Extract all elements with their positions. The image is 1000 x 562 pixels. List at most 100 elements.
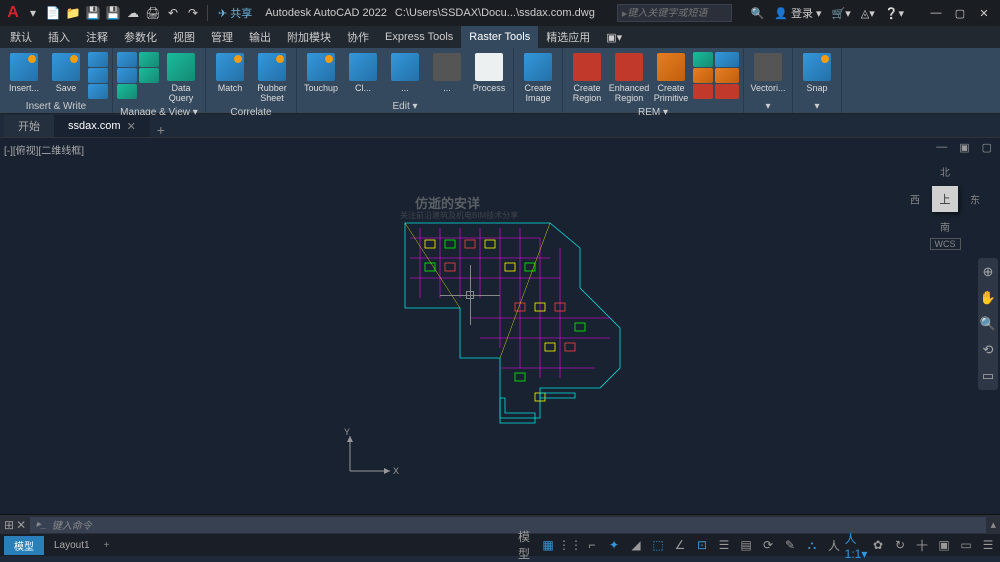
ribbon-group-label[interactable]: Edit ▾	[301, 100, 509, 113]
qat-undo-icon[interactable]: ↶	[164, 4, 182, 22]
compass-south[interactable]: 南	[940, 219, 950, 234]
menu-tab-7[interactable]: 附加模块	[279, 26, 339, 48]
sb-lweight-icon[interactable]: ☰	[716, 537, 732, 553]
menu-tab-1[interactable]: 插入	[40, 26, 78, 48]
ribbon-button[interactable]: Create Region	[567, 50, 607, 106]
ribbon-button[interactable]: Save	[46, 50, 86, 96]
sb-qp-icon[interactable]: ▣	[936, 537, 952, 553]
qat-open-icon[interactable]: 📁	[64, 4, 82, 22]
ribbon-small-btn[interactable]	[139, 52, 159, 67]
viewcube-face[interactable]: 上	[932, 186, 958, 212]
ribbon-button[interactable]: Data Query	[161, 50, 201, 106]
cart-icon[interactable]: 🛒▾	[832, 7, 851, 20]
qat-menu-icon[interactable]: ▾	[24, 4, 42, 22]
tab-add-button[interactable]: +	[154, 123, 168, 137]
ribbon-group-label[interactable]	[518, 111, 558, 113]
qat-plot-icon[interactable]: 🖨	[144, 4, 162, 22]
sb-scale-icon[interactable]: ⛬	[804, 537, 820, 553]
maximize-button[interactable]: ▢	[948, 3, 972, 23]
help-icon[interactable]: ❔▾	[885, 7, 904, 20]
menu-tab-0[interactable]: 默认	[2, 26, 40, 48]
compass-east[interactable]: 东	[970, 192, 980, 207]
qat-new-icon[interactable]: 📄	[44, 4, 62, 22]
sb-units-icon[interactable]: 十	[914, 537, 930, 553]
showmotion-icon[interactable]: ▭	[982, 368, 994, 384]
compass-north[interactable]: 北	[940, 164, 950, 179]
minimize-button[interactable]: —	[924, 3, 948, 23]
ribbon-group-label[interactable]: ▾	[748, 100, 788, 113]
menu-tab-3[interactable]: 参数化	[116, 26, 165, 48]
ribbon-button[interactable]: Enhanced Region	[609, 50, 649, 106]
menu-tab-10[interactable]: Raster Tools	[461, 26, 538, 48]
ribbon-button[interactable]: Match	[210, 50, 250, 96]
autodesk-icon[interactable]: ◬▾	[861, 7, 875, 20]
sb-refresh-icon[interactable]: ↻	[892, 537, 908, 553]
layout-add-icon[interactable]: +	[104, 540, 110, 551]
ribbon-group-label[interactable]: Correlate	[210, 106, 292, 119]
ribbon-button[interactable]: Create Image	[518, 50, 558, 106]
cmd-history-icon[interactable]: ▴	[990, 518, 996, 531]
sb-3dosnap-icon[interactable]: ∠	[672, 537, 688, 553]
menu-tab-2[interactable]: 注释	[78, 26, 116, 48]
ribbon-button[interactable]: Snap	[797, 50, 837, 96]
steering-wheel-icon[interactable]: ⊕	[983, 264, 994, 280]
ribbon-small-btn[interactable]	[139, 68, 159, 83]
sb-iso-icon[interactable]: ◢	[628, 537, 644, 553]
ribbon-button[interactable]: Rubber Sheet	[252, 50, 292, 106]
ribbon-small-btn[interactable]	[117, 68, 137, 83]
viewport-label[interactable]: [-][俯视][二维线框]	[4, 142, 84, 157]
menu-tab-4[interactable]: 视图	[165, 26, 203, 48]
search-field[interactable]	[627, 8, 726, 19]
ribbon-small-btn[interactable]	[117, 84, 137, 99]
ribbon-group-label[interactable]: REM ▾	[567, 106, 739, 119]
ribbon-small-btn[interactable]	[715, 68, 739, 83]
ribbon-small-btn[interactable]	[715, 84, 739, 99]
pan-icon[interactable]: ✋	[980, 290, 996, 306]
viewcube[interactable]: 北 南 东 西 上 WCS	[905, 164, 985, 250]
navigation-bar[interactable]: ⊕ ✋ 🔍 ⟲ ▭	[978, 258, 998, 390]
cmd-options-icon[interactable]: ⊞	[4, 518, 14, 532]
layout-tab[interactable]: Layout1	[44, 538, 100, 553]
sb-custom-icon[interactable]: ☰	[980, 537, 996, 553]
qat-web-icon[interactable]: ☁	[124, 4, 142, 22]
cmd-close-icon[interactable]: ✕	[16, 518, 26, 532]
zoom-icon[interactable]: 🔍	[980, 316, 996, 332]
sb-annot-icon[interactable]: ✎	[782, 537, 798, 553]
qat-save-icon[interactable]: 💾	[84, 4, 102, 22]
sb-model-icon[interactable]: 模型	[518, 537, 534, 553]
sb-gear-icon[interactable]: ✿	[870, 537, 886, 553]
vp-restore-icon[interactable]: ▣	[959, 141, 969, 154]
sb-annomonitor-icon[interactable]: 人	[826, 537, 842, 553]
ribbon-button[interactable]: ...	[427, 50, 467, 96]
ribbon-button[interactable]: Process	[469, 50, 509, 96]
sb-cycle-icon[interactable]: ⟳	[760, 537, 776, 553]
ribbon-group-label[interactable]: ▾	[797, 100, 837, 113]
sb-osnap-icon[interactable]: ⬚	[650, 537, 666, 553]
share-button[interactable]: ✈ 共享	[213, 5, 257, 21]
ribbon-button[interactable]: Vectori...	[748, 50, 788, 96]
ribbon-small-btn[interactable]	[693, 68, 713, 83]
ribbon-small-btn[interactable]	[88, 52, 108, 67]
ribbon-small-btn[interactable]	[715, 52, 739, 67]
document-tab[interactable]: 开始	[4, 115, 54, 137]
model-tab[interactable]: 模型	[4, 536, 44, 555]
vp-max-icon[interactable]: ▢	[982, 141, 992, 154]
tab-close-icon[interactable]: ✕	[127, 120, 136, 133]
drawing-viewport[interactable]: [-][俯视][二维线框] — ▣ ▢ 北 南 东 西 上 WCS ⊕ ✋ 🔍 …	[0, 138, 1000, 514]
vp-minimize-icon[interactable]: —	[936, 141, 947, 154]
ribbon-small-btn[interactable]	[117, 52, 137, 67]
ribbon-small-btn[interactable]	[88, 68, 108, 83]
search-input[interactable]: ▸	[617, 4, 732, 22]
ribbon-small-btn[interactable]	[693, 84, 713, 99]
ribbon-button[interactable]: Cl...	[343, 50, 383, 96]
wcs-label[interactable]: WCS	[930, 238, 961, 250]
menu-tab-8[interactable]: 协作	[339, 26, 377, 48]
sb-grid-icon[interactable]: ▦	[540, 537, 556, 553]
menu-tab-9[interactable]: Express Tools	[377, 26, 461, 48]
document-tab[interactable]: ssdax.com✕	[54, 115, 150, 137]
ribbon-button[interactable]: Insert...	[4, 50, 44, 96]
ribbon-button[interactable]: Create Primitive	[651, 50, 691, 106]
app-logo-icon[interactable]: A	[4, 4, 22, 22]
login-button[interactable]: 👤 登录 ▾	[774, 5, 821, 21]
ribbon-small-btn[interactable]	[693, 52, 713, 67]
